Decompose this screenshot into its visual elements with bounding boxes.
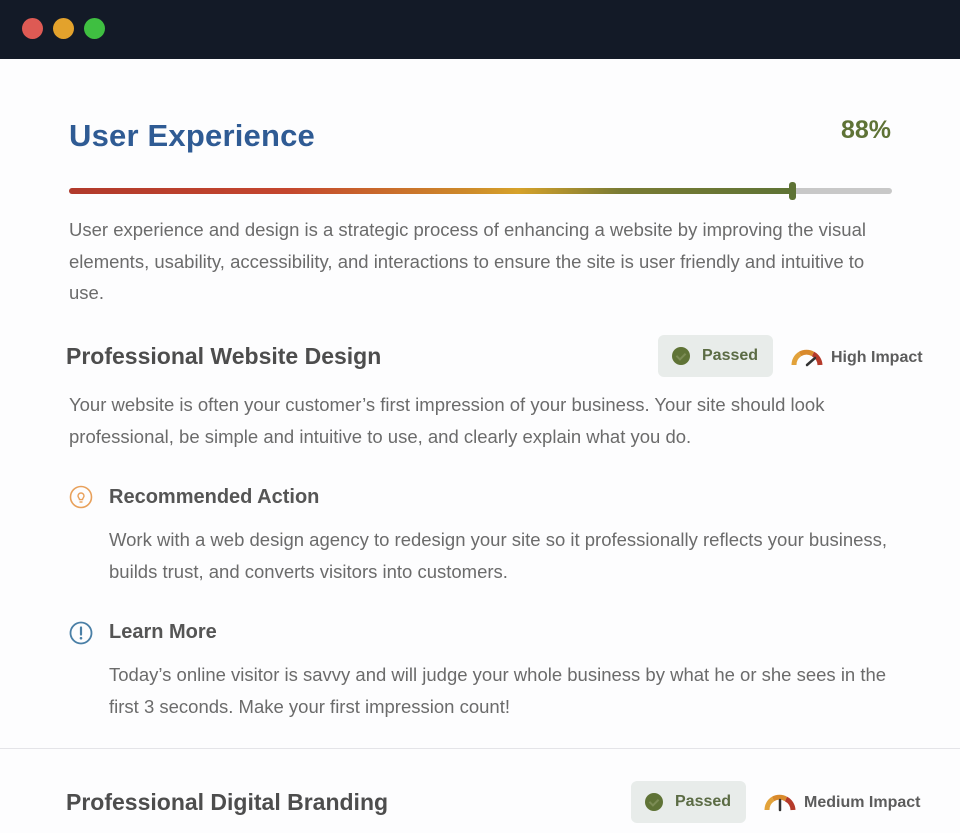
window-titlebar bbox=[0, 0, 960, 59]
learn-more-text: Today’s online visitor is savvy and will… bbox=[109, 664, 887, 717]
impact-label: High Impact bbox=[831, 349, 923, 366]
section-score: 88% bbox=[840, 116, 891, 144]
impact-indicator: Medium Impact bbox=[764, 794, 920, 812]
recommended-action-heading: Recommended Action bbox=[109, 486, 320, 508]
score-progress-bar bbox=[69, 182, 892, 200]
check-title: Professional Website Design bbox=[66, 343, 382, 369]
check-circle-icon bbox=[645, 793, 663, 811]
status-label: Passed bbox=[702, 347, 759, 364]
close-window-button[interactable] bbox=[22, 18, 43, 39]
check-title: Professional Digital Branding bbox=[66, 789, 389, 815]
info-icon bbox=[69, 621, 93, 645]
section-divider bbox=[0, 748, 960, 749]
check-circle-icon bbox=[672, 347, 690, 365]
impact-label: Medium Impact bbox=[804, 794, 921, 811]
status-badge: Passed bbox=[631, 781, 746, 823]
minimize-window-button[interactable] bbox=[53, 18, 74, 39]
recommended-action-text: Work with a web design agency to redesig… bbox=[109, 529, 888, 582]
check-description: Your website is often your customer’s fi… bbox=[69, 394, 825, 447]
impact-indicator: High Impact bbox=[791, 349, 923, 367]
score-progress-fill bbox=[69, 188, 794, 194]
status-label: Passed bbox=[675, 793, 732, 810]
gauge-medium-icon bbox=[764, 794, 796, 812]
status-badge: Passed bbox=[658, 335, 773, 377]
section-description: User experience and design is a strategi… bbox=[69, 219, 866, 303]
section-title: User Experience bbox=[69, 118, 315, 153]
score-progress-marker bbox=[789, 182, 797, 200]
gauge-high-icon bbox=[791, 349, 823, 367]
learn-more-heading[interactable]: Learn More bbox=[109, 621, 217, 644]
maximize-window-button[interactable] bbox=[84, 18, 105, 39]
lightbulb-icon bbox=[69, 485, 93, 509]
